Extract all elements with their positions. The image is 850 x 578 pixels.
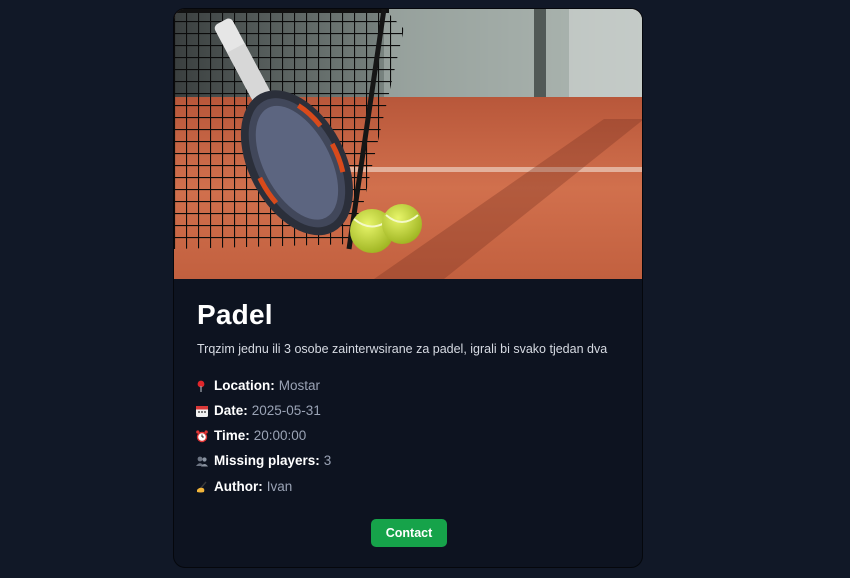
detail-location: Location: Mostar bbox=[195, 378, 320, 393]
detail-author: Author: Ivan bbox=[195, 479, 292, 494]
detail-label: Missing players: bbox=[214, 453, 320, 468]
detail-value: 3 bbox=[323, 453, 332, 468]
detail-value: Mostar bbox=[278, 378, 321, 393]
contact-button[interactable]: Contact bbox=[371, 519, 447, 547]
post-title: Padel bbox=[197, 299, 273, 330]
detail-missing-players: Missing players: 3 bbox=[195, 453, 331, 468]
calendar-icon bbox=[195, 404, 209, 418]
pin-icon bbox=[195, 379, 209, 393]
detail-label: Time: bbox=[214, 428, 250, 443]
post-photo bbox=[174, 9, 642, 279]
detail-value: 20:00:00 bbox=[253, 428, 307, 443]
writing-hand-icon bbox=[195, 480, 209, 494]
detail-time: Time: 20:00:00 bbox=[195, 428, 306, 443]
post-description: Trqzim jednu ili 3 osobe zainterwsirane … bbox=[197, 342, 608, 356]
detail-label: Location: bbox=[214, 378, 275, 393]
detail-label: Author: bbox=[214, 479, 263, 494]
people-icon bbox=[195, 454, 209, 468]
detail-label: Date: bbox=[214, 403, 248, 418]
detail-value: 2025-05-31 bbox=[251, 403, 321, 418]
detail-value: Ivan bbox=[266, 479, 293, 494]
alarm-clock-icon bbox=[195, 429, 209, 443]
detail-date: Date: 2025-05-31 bbox=[195, 403, 321, 418]
post-card: Padel Trqzim jednu ili 3 osobe zainterws… bbox=[173, 8, 643, 568]
